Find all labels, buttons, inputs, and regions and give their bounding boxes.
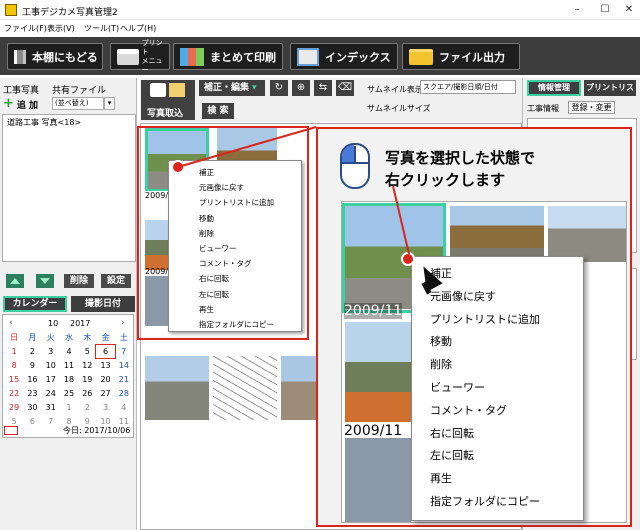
connector-line	[177, 126, 317, 168]
connector-lines	[177, 126, 410, 255]
pointer-line	[392, 185, 410, 255]
